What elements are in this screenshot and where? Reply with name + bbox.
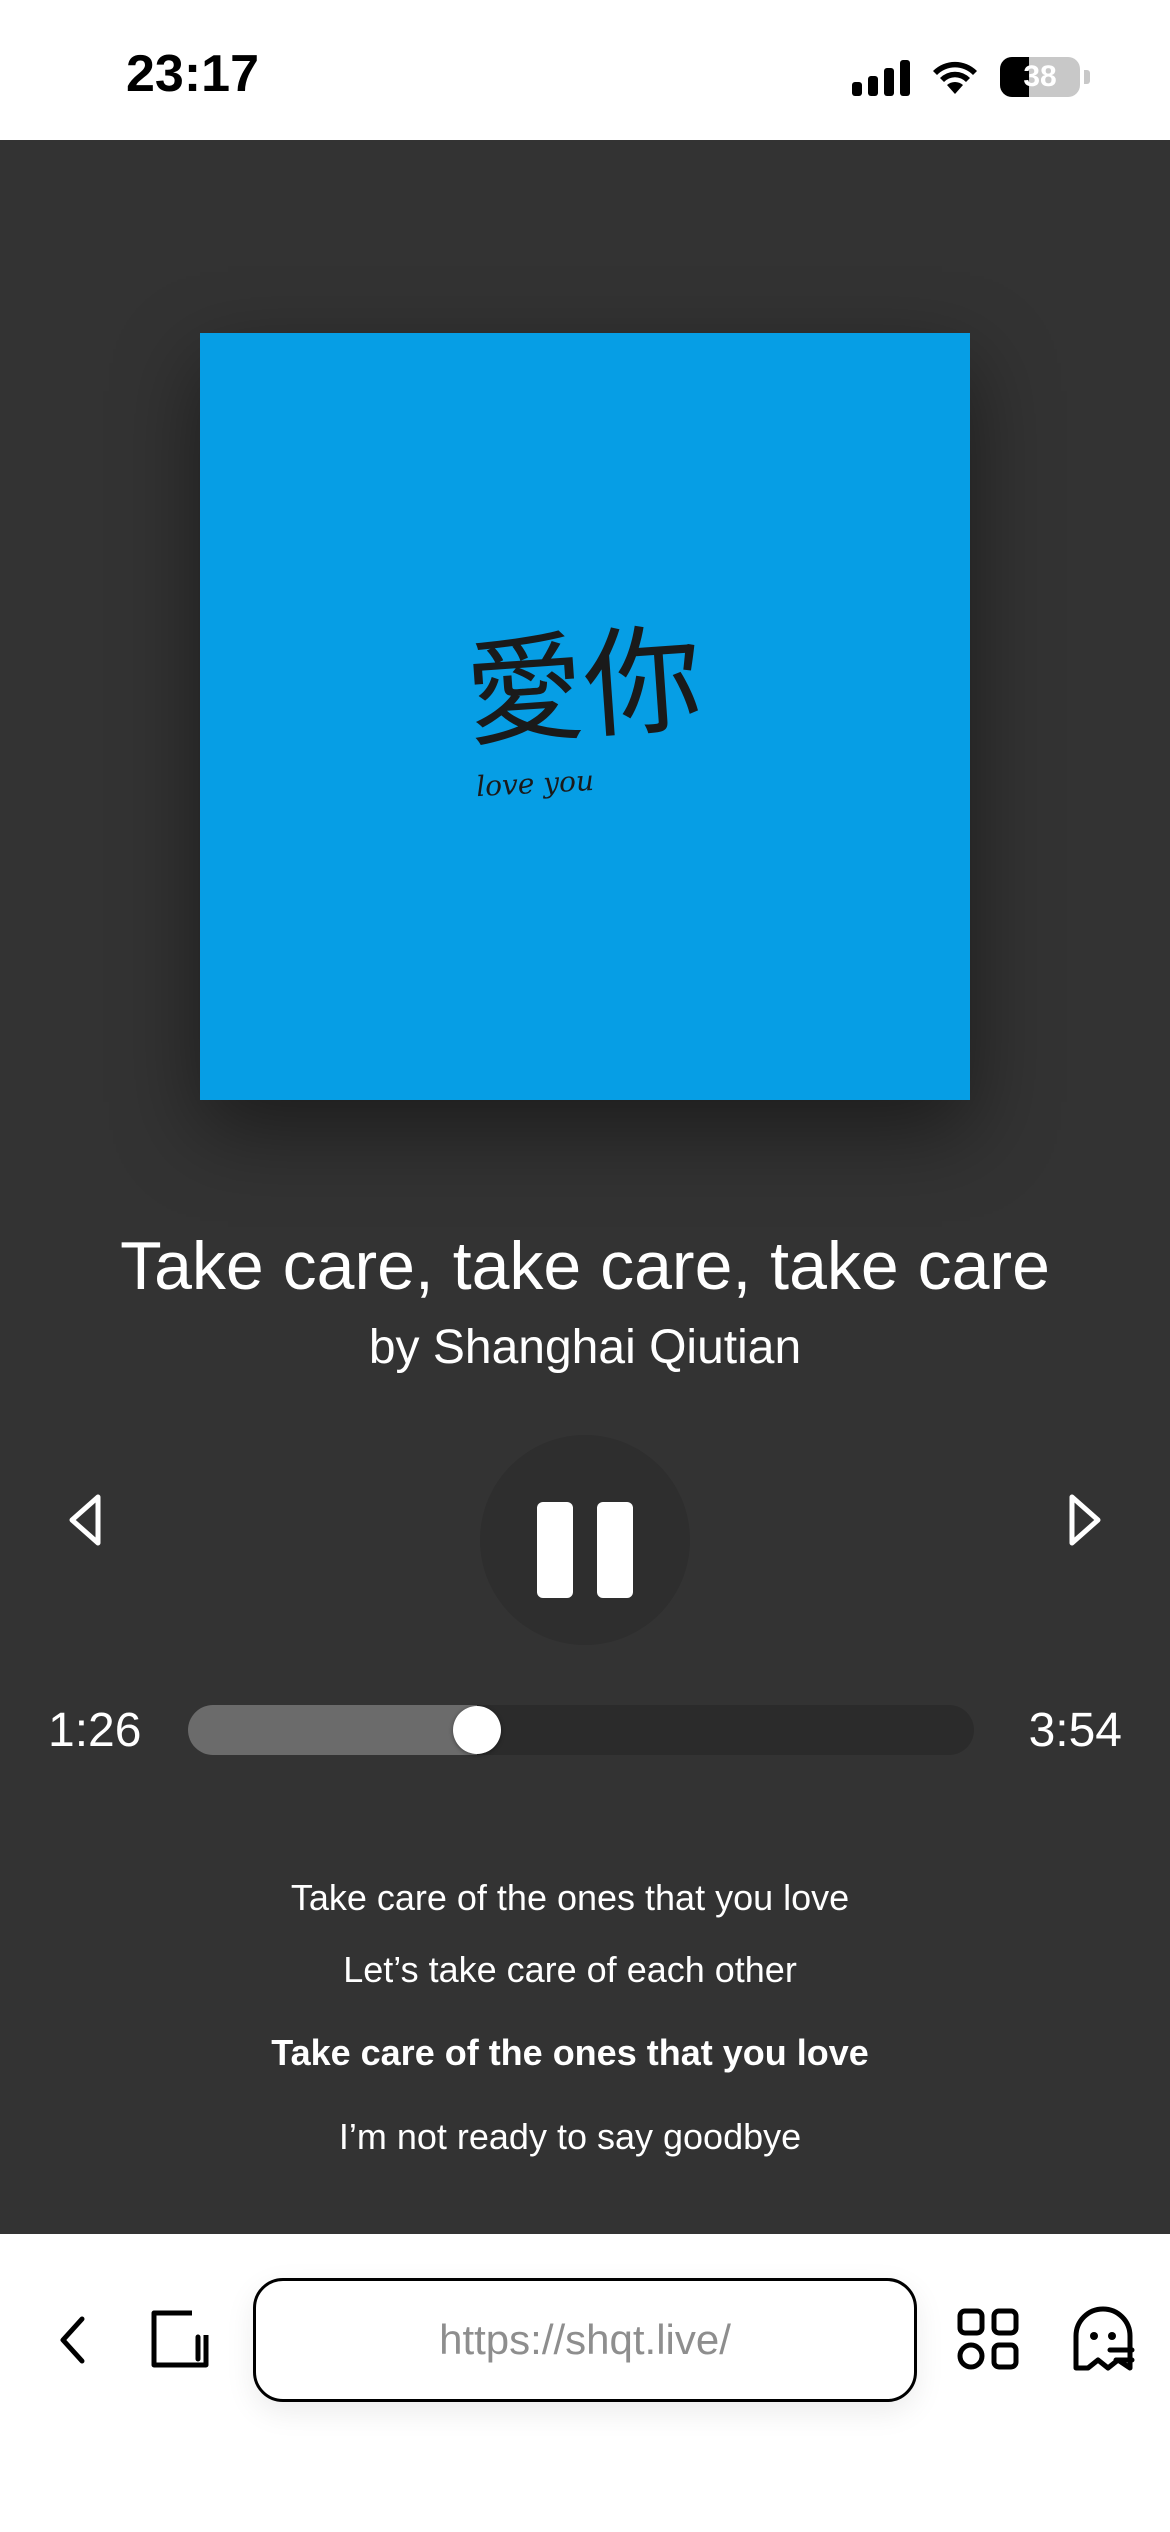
menu-button[interactable] — [1058, 2290, 1148, 2386]
back-chevron-icon — [60, 2316, 85, 2364]
music-player: 愛你 love you Take care, take care, take c… — [0, 140, 1170, 2234]
progress-fill — [188, 1705, 477, 1755]
signal-icon — [852, 58, 910, 96]
battery-icon: 38 — [1000, 57, 1080, 97]
lyric-line: I’m not ready to say goodbye — [338, 2116, 802, 2157]
lyric-line: Take care of the ones that you love — [290, 1877, 850, 1918]
ghost-icon — [1073, 2306, 1135, 2371]
back-button[interactable] — [42, 2300, 102, 2380]
status-bar: 23:17 38 — [0, 0, 1170, 140]
pause-button[interactable] — [480, 1435, 690, 1645]
lyric-line: Let’s take care of each other — [343, 1949, 797, 1990]
album-cover-subtitle: love you — [475, 764, 594, 803]
battery-cap — [1084, 70, 1090, 84]
triangle-left-icon — [69, 1494, 101, 1546]
url-field[interactable]: https://shqt.live/ — [253, 2278, 917, 2402]
next-track-button[interactable] — [1040, 1470, 1130, 1570]
song-title: Take care, take care, take care — [120, 1228, 1050, 1304]
status-icons: 38 — [852, 54, 1090, 100]
tabs-button[interactable] — [140, 2294, 220, 2384]
progress-thumb[interactable] — [453, 1706, 501, 1754]
lyric-line-current: Take care of the ones that you love — [271, 2032, 869, 2073]
apps-grid-icon — [957, 2308, 1019, 2370]
album-cover-title: 愛你 — [461, 610, 706, 764]
pause-icon — [480, 1435, 690, 1645]
time-elapsed: 1:26 — [48, 1704, 142, 1757]
browser-toolbar: https://shqt.live/ — [0, 2234, 1170, 2532]
apps-button[interactable] — [948, 2294, 1028, 2384]
album-cover: 愛你 love you — [200, 333, 970, 1100]
tab-switcher-icon — [151, 2310, 209, 2368]
time-total: 3:54 — [1028, 1704, 1122, 1757]
wifi-icon — [933, 61, 977, 94]
status-time: 23:17 — [126, 45, 259, 103]
progress-slider[interactable] — [188, 1705, 974, 1755]
battery-level: 38 — [1023, 60, 1057, 93]
song-artist: by Shanghai Qiutian — [368, 1321, 802, 1374]
album-cover-artwork: 愛你 love you — [461, 610, 706, 803]
previous-track-button[interactable] — [40, 1470, 130, 1570]
triangle-right-icon — [1069, 1494, 1101, 1546]
